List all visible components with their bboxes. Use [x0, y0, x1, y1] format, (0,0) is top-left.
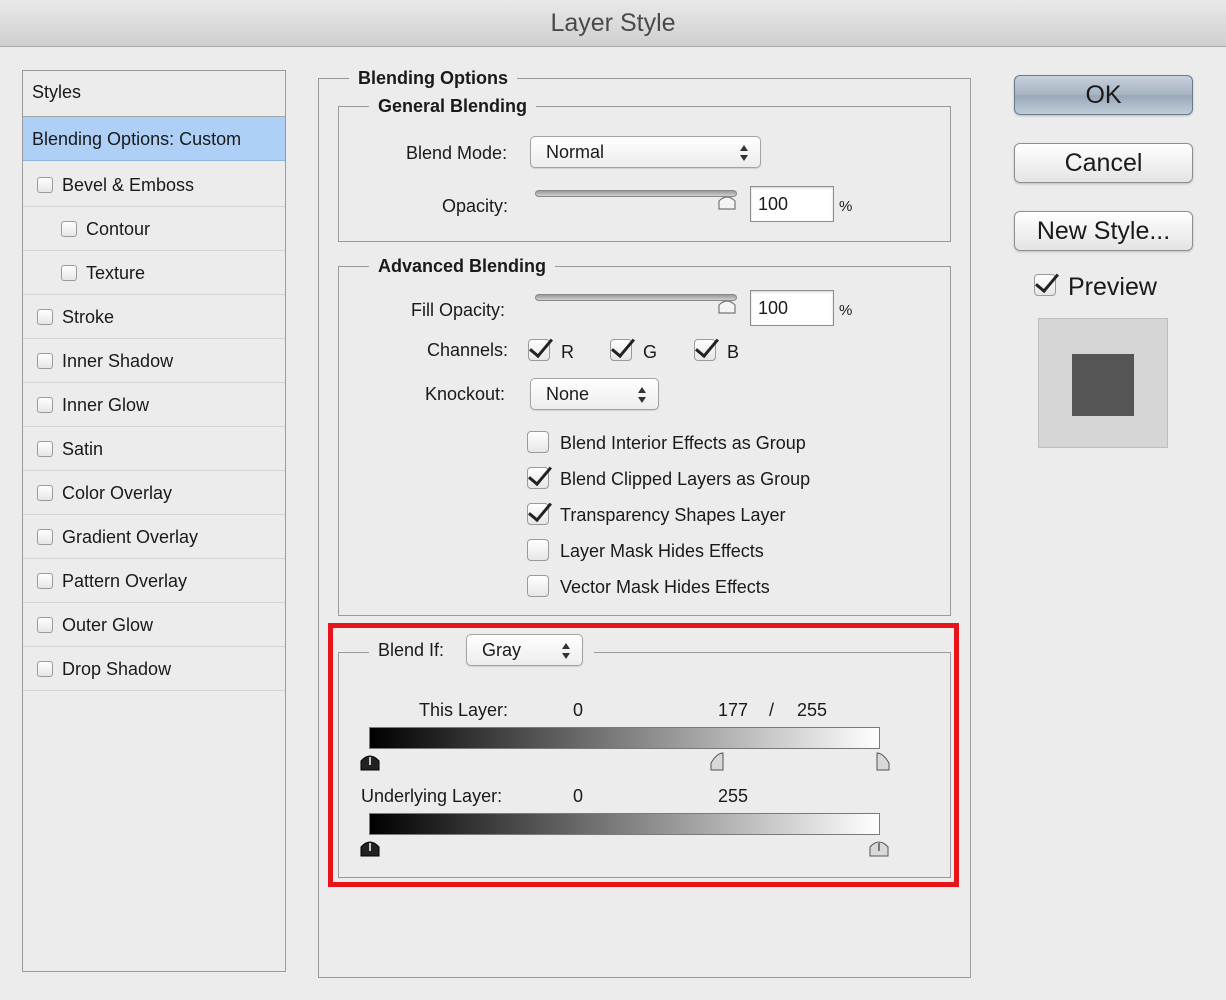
blend-mode-value: Normal: [546, 142, 605, 162]
channel-g-checkbox[interactable]: [610, 339, 632, 361]
fill-opacity-label: Fill Opacity:: [411, 300, 506, 320]
sidebar-item-inner-glow[interactable]: Inner Glow: [23, 383, 285, 427]
sidebar-item-stroke[interactable]: Stroke: [23, 295, 285, 339]
cancel-button[interactable]: Cancel: [1014, 143, 1193, 183]
sidebar-item-label: Color Overlay: [62, 483, 173, 503]
blend-interior-effects-as-group-label: Blend Interior Effects as Group: [560, 433, 806, 453]
sidebar-checkbox[interactable]: [61, 221, 77, 237]
select-arrows-icon: [740, 143, 750, 163]
layer-mask-hides-effects-label: Layer Mask Hides Effects: [560, 541, 764, 561]
blending-options-title: Blending Options: [349, 67, 517, 89]
channel-b-checkbox[interactable]: [694, 339, 716, 361]
blend-interior-effects-as-group-checkbox[interactable]: [527, 431, 549, 453]
sidebar-item-label: Texture: [86, 263, 146, 283]
vector-mask-hides-effects-checkbox[interactable]: [527, 575, 549, 597]
preview-label: Preview: [1068, 273, 1157, 301]
opacity-slider-track[interactable]: [535, 190, 737, 197]
styles-sidebar: Styles Blending Options: Custom Bevel & …: [22, 70, 286, 972]
fill-opacity-slider-track[interactable]: [535, 294, 737, 301]
layer-mask-hides-effects-checkbox[interactable]: [527, 539, 549, 561]
sidebar-checkbox[interactable]: [37, 397, 53, 413]
opacity-input[interactable]: 100: [750, 186, 834, 222]
sidebar-item-contour[interactable]: Contour: [23, 207, 285, 251]
sidebar-item-label: Gradient Overlay: [62, 527, 199, 547]
sidebar-item-texture[interactable]: Texture: [23, 251, 285, 295]
sidebar-checkbox[interactable]: [37, 485, 53, 501]
sidebar-checkbox[interactable]: [37, 529, 53, 545]
sidebar-item-satin[interactable]: Satin: [23, 427, 285, 471]
select-arrows-icon: [638, 385, 648, 405]
transparency-shapes-layer-checkbox[interactable]: [527, 503, 549, 525]
transparency-shapes-layer-label: Transparency Shapes Layer: [560, 505, 786, 525]
ok-button[interactable]: OK: [1014, 75, 1193, 115]
blend-if-highlight-frame: [328, 623, 959, 887]
sidebar-item-outer-glow[interactable]: Outer Glow: [23, 603, 285, 647]
sidebar-checkbox[interactable]: [61, 265, 77, 281]
sidebar-item-label: Contour: [86, 219, 151, 239]
preview-checkbox[interactable]: [1034, 274, 1056, 296]
window-titlebar: Layer Style: [0, 0, 1226, 47]
opacity-label: Opacity:: [442, 196, 509, 216]
sidebar-item-label: Satin: [62, 439, 104, 459]
advanced-blending-title: Advanced Blending: [369, 255, 556, 277]
knockout-label: Knockout:: [425, 384, 506, 404]
sidebar-checkbox[interactable]: [37, 177, 53, 193]
sidebar-checkbox[interactable]: [37, 441, 53, 457]
vector-mask-hides-effects-label: Vector Mask Hides Effects: [560, 577, 770, 597]
sidebar-item-drop-shadow[interactable]: Drop Shadow: [23, 647, 285, 691]
sidebar-item-pattern-overlay[interactable]: Pattern Overlay: [23, 559, 285, 603]
opacity-unit: %: [839, 198, 853, 215]
preview-swatch: [1072, 354, 1134, 416]
general-blending-group: [338, 106, 951, 242]
blend-clipped-layers-as-group-label: Blend Clipped Layers as Group: [560, 469, 811, 489]
sidebar-header-styles[interactable]: Styles: [23, 71, 285, 117]
sidebar-item-bevel-and-emboss[interactable]: Bevel & Emboss: [23, 163, 285, 207]
sidebar-item-label: Pattern Overlay: [62, 571, 188, 591]
knockout-select[interactable]: None: [530, 378, 659, 410]
channel-b-label: B: [727, 342, 740, 362]
channels-label: Channels:: [427, 340, 509, 360]
channel-g-label: G: [643, 342, 658, 362]
sidebar-checkbox[interactable]: [37, 309, 53, 325]
knockout-value: None: [546, 384, 590, 404]
blend-mode-select[interactable]: Normal: [530, 136, 761, 168]
sidebar-checkbox[interactable]: [37, 573, 53, 589]
fill-opacity-unit: %: [839, 302, 853, 319]
sidebar-item-color-overlay[interactable]: Color Overlay: [23, 471, 285, 515]
general-blending-title: General Blending: [369, 95, 537, 117]
sidebar-item-gradient-overlay[interactable]: Gradient Overlay: [23, 515, 285, 559]
blend-clipped-layers-as-group-checkbox[interactable]: [527, 467, 549, 489]
sidebar-item-inner-shadow[interactable]: Inner Shadow: [23, 339, 285, 383]
sidebar-checkbox[interactable]: [37, 617, 53, 633]
sidebar-item-label: Stroke: [62, 307, 115, 327]
sidebar-item-label: Inner Shadow: [62, 351, 174, 371]
channel-r-checkbox[interactable]: [528, 339, 550, 361]
fill-opacity-input[interactable]: 100: [750, 290, 834, 326]
sidebar-item-label: Outer Glow: [62, 615, 154, 635]
sidebar-item-blending-options[interactable]: Blending Options: Custom: [23, 117, 285, 161]
sidebar-checkbox[interactable]: [37, 661, 53, 677]
sidebar-item-label: Bevel & Emboss: [62, 175, 195, 195]
sidebar-item-label: Drop Shadow: [62, 659, 172, 679]
window-title: Layer Style: [550, 9, 676, 37]
new-style-button[interactable]: New Style...: [1014, 211, 1193, 251]
blend-mode-label: Blend Mode:: [406, 143, 508, 163]
channel-r-label: R: [561, 342, 574, 362]
opacity-slider-knob-icon[interactable]: [716, 192, 738, 210]
sidebar-checkbox[interactable]: [37, 353, 53, 369]
style-preview-thumbnail: [1038, 318, 1168, 448]
sidebar-item-label: Inner Glow: [62, 395, 150, 415]
fill-opacity-slider-knob-icon[interactable]: [716, 296, 738, 314]
